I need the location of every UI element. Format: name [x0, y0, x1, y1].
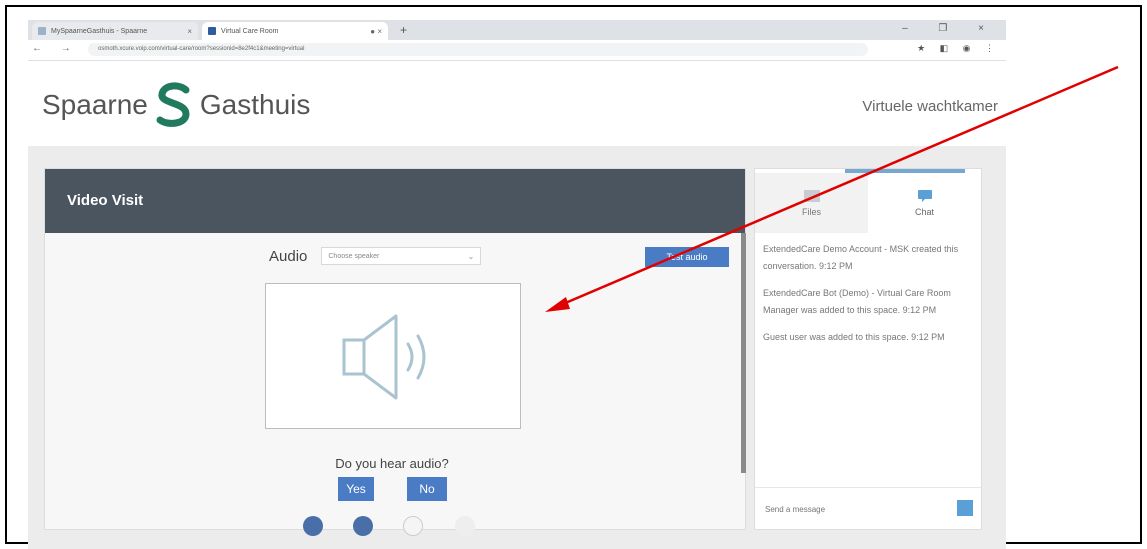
audio-row: Audio Choose speaker ⌄ [269, 247, 482, 265]
no-button[interactable]: No [407, 477, 447, 501]
audio-label: Audio [269, 247, 308, 265]
tab-files[interactable]: Files [755, 173, 868, 233]
yes-button[interactable]: Yes [338, 477, 374, 501]
scrollbar[interactable] [741, 233, 746, 473]
tab-chat-label: Chat [914, 207, 934, 217]
chat-message: ExtendedCare Demo Account - MSK created … [763, 244, 959, 271]
tab-title: MySpaarneGasthuis - Spaarne [51, 27, 148, 35]
files-icon [803, 190, 820, 202]
logo-text-left: Spaarne [42, 89, 148, 120]
mic-control-icon[interactable] [353, 516, 373, 536]
page-content: Video Visit Audio Choose speaker ⌄ Test … [28, 146, 1006, 549]
window-controls[interactable]: – ❐ × [902, 23, 998, 34]
speaker-select[interactable]: Choose speaker ⌄ [321, 247, 482, 265]
chat-icon [917, 190, 932, 202]
compose-area [755, 487, 981, 528]
video-visit-title: Video Visit [45, 169, 745, 233]
tab-favicon-icon [38, 27, 46, 35]
browser-tab-spaarne[interactable]: MySpaarneGasthuis - Spaarne × [32, 22, 198, 40]
speaker-select-value: Choose speaker [328, 252, 380, 260]
url-field[interactable]: osmoth.xcure.voip.com/virtual-care/room?… [88, 43, 868, 56]
browser-tab-virtual-care[interactable]: Virtual Care Room ● × [202, 22, 388, 40]
settings-control-icon[interactable] [403, 516, 423, 536]
new-tab-button[interactable]: + [400, 23, 407, 37]
test-audio-button[interactable]: Test audio [645, 247, 729, 267]
camera-control-icon[interactable] [303, 516, 323, 536]
tab-title: Virtual Care Room [221, 27, 279, 35]
audio-test-box [265, 283, 521, 429]
tab-audio-icon[interactable]: ● × [370, 27, 382, 36]
browser-tab-bar: MySpaarneGasthuis - Spaarne × Virtual Ca… [28, 20, 1006, 40]
video-visit-panel: Video Visit Audio Choose speaker ⌄ Test … [44, 168, 746, 536]
hangup-control-icon[interactable] [455, 516, 475, 536]
tab-files-label: Files [801, 207, 821, 217]
chat-messages: ExtendedCare Demo Account - MSK created … [763, 241, 973, 356]
message-input[interactable] [763, 500, 917, 518]
chat-side-panel: Files Chat ExtendedCare Demo Account - M… [754, 168, 982, 530]
tab-favicon-icon [208, 27, 216, 35]
chat-message: ExtendedCare Bot (Demo) - Virtual Care R… [763, 288, 951, 315]
send-icon[interactable] [957, 500, 973, 516]
browser-toolbar-icons[interactable]: ★ ◧ ◉ ⋮ [917, 43, 1000, 54]
logo-s-icon [156, 82, 190, 127]
panel-tabs: Files Chat [755, 173, 981, 233]
tab-chat[interactable]: Chat [868, 173, 981, 233]
logo-text-right: Gasthuis [199, 89, 311, 120]
chat-message: Guest user was added to this space. 9:12… [763, 332, 945, 342]
site-header: Spaarne Gasthuis Virtuele wachtkamer [28, 62, 1006, 146]
chevron-down-icon: ⌄ [467, 251, 475, 261]
spaarne-gasthuis-logo: Spaarne Gasthuis [42, 82, 310, 128]
waiting-room-link[interactable]: Virtuele wachtkamer [862, 98, 998, 115]
close-tab-icon[interactable]: × [187, 27, 192, 36]
address-bar-row: ← → ↻ osmoth.xcure.voip.com/virtual-care… [28, 40, 1006, 61]
hear-audio-question: Do you hear audio? [335, 456, 449, 471]
speaker-icon [342, 314, 426, 400]
